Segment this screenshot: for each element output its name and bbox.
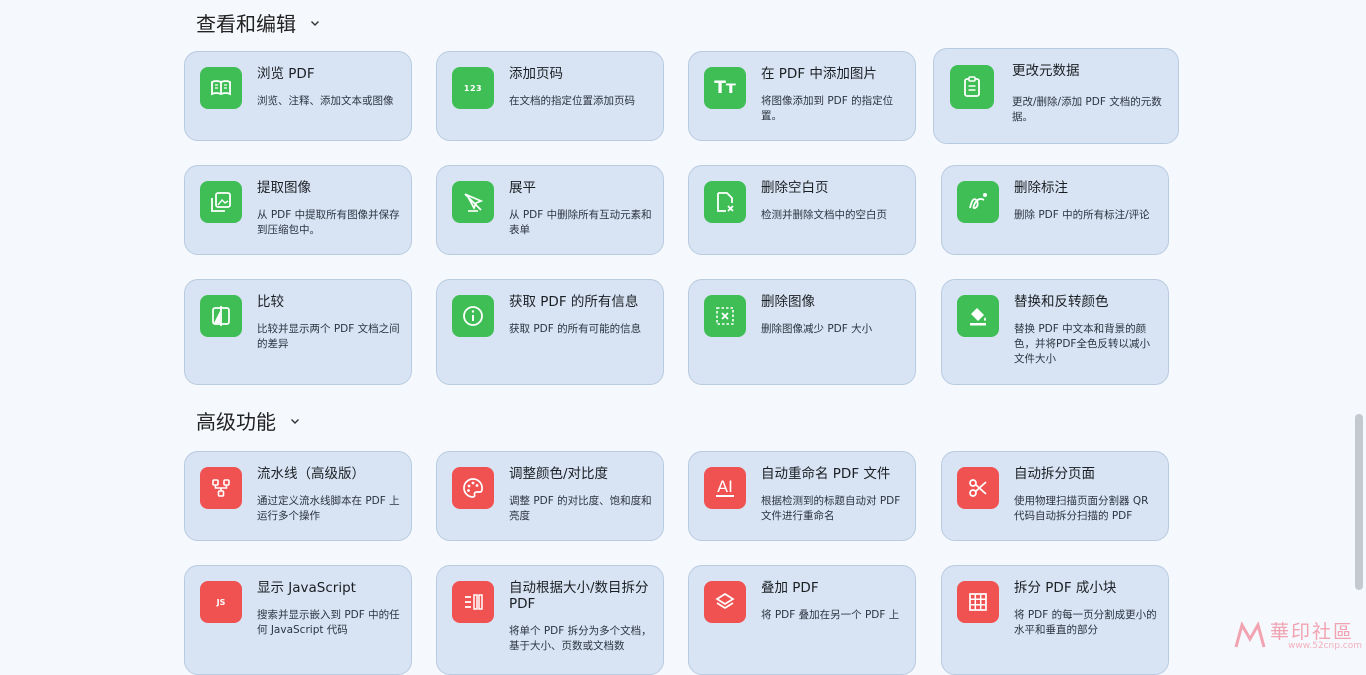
card-description: 检测并删除文档中的空白页 xyxy=(761,209,887,221)
javascript-icon: JS xyxy=(200,581,242,623)
tool-card-auto-split-pages[interactable]: 自动拆分页面 使用物理扫描页面分割器 QR 代码自动拆分扫描的 PDF xyxy=(941,451,1169,541)
section-header-advanced[interactable]: 高级功能 xyxy=(196,406,300,435)
card-description: 从 PDF 中删除所有互动元素和表单 xyxy=(509,209,652,236)
card-description: 更改/删除/添加 PDF 文档的元数据。 xyxy=(1012,96,1162,123)
image-remove-icon xyxy=(704,295,746,337)
tool-card-pipeline[interactable]: 流水线（高级版） 通过定义流水线脚本在 PDF 上运行多个操作 xyxy=(184,451,412,541)
card-description: 搜索并显示嵌入到 PDF 中的任何 JavaScript 代码 xyxy=(257,609,400,636)
card-description: 删除图像减少 PDF 大小 xyxy=(761,323,873,335)
tool-card-split-into-chunks[interactable]: 拆分 PDF 成小块 将 PDF 的每一页分割成更小的水平和垂直的部分 xyxy=(941,565,1169,675)
watermark-url: www.52cnp.com xyxy=(1288,641,1363,651)
ai-rename-icon: AI xyxy=(704,467,746,509)
card-title: 比较 xyxy=(257,294,284,310)
chevron-down-icon xyxy=(291,418,299,424)
card-title: 添加页码 xyxy=(509,66,563,82)
tool-card-remove-blank-pages[interactable]: 删除空白页 检测并删除文档中的空白页 xyxy=(688,165,916,255)
card-description: 将 PDF 叠加在另一个 PDF 上 xyxy=(761,609,900,621)
blank-page-remove-icon xyxy=(704,181,746,223)
card-title: 在 PDF 中添加图片 xyxy=(761,66,877,82)
card-title: 流水线（高级版） xyxy=(257,466,365,482)
image-stack-icon xyxy=(200,181,242,223)
tool-card-adjust-colors[interactable]: 调整颜色/对比度 调整 PDF 的对比度、饱和度和亮度 xyxy=(436,451,664,541)
tool-card-flatten[interactable]: 展平 从 PDF 中删除所有互动元素和表单 xyxy=(436,165,664,255)
card-title: 获取 PDF 的所有信息 xyxy=(509,294,639,310)
card-title: 提取图像 xyxy=(257,180,311,196)
text-image-icon: Tт xyxy=(704,67,746,109)
tool-card-remove-annotations[interactable]: 删除标注 删除 PDF 中的所有标注/评论 xyxy=(941,165,1169,255)
card-description: 将单个 PDF 拆分为多个文档，基于大小、页数或文档数 xyxy=(509,625,652,652)
card-description: 通过定义流水线脚本在 PDF 上运行多个操作 xyxy=(257,495,400,522)
page-number-icon: 123 xyxy=(452,67,494,109)
tool-card-change-metadata[interactable]: 更改元数据 更改/删除/添加 PDF 文档的元数据。 xyxy=(933,48,1179,144)
split-size-icon xyxy=(452,581,494,623)
card-description: 根据检测到的标题自动对 PDF 文件进行重命名 xyxy=(761,495,901,522)
info-icon xyxy=(452,295,494,337)
scissors-icon xyxy=(957,467,999,509)
card-title: 自动根据大小/数目拆分 PDF xyxy=(509,580,649,612)
clipboard-icon xyxy=(950,65,994,109)
card-description: 将图像添加到 PDF 的指定位置。 xyxy=(761,95,894,122)
card-title: 自动重命名 PDF 文件 xyxy=(761,466,891,482)
card-title: 拆分 PDF 成小块 xyxy=(1014,580,1117,596)
card-title: 删除标注 xyxy=(1014,180,1068,196)
card-description: 使用物理扫描页面分割器 QR 代码自动拆分扫描的 PDF xyxy=(1014,495,1149,522)
paint-bucket-icon xyxy=(957,295,999,337)
book-open-icon xyxy=(200,67,242,109)
section-header-view-edit[interactable]: 查看和编辑 xyxy=(196,8,320,37)
palette-icon xyxy=(452,467,494,509)
card-title: 替换和反转颜色 xyxy=(1014,294,1109,310)
tool-card-split-by-size[interactable]: 自动根据大小/数目拆分 PDF 将单个 PDF 拆分为多个文档，基于大小、页数或… xyxy=(436,565,664,675)
layers-icon xyxy=(704,581,746,623)
flatten-icon xyxy=(452,181,494,223)
card-title: 叠加 PDF xyxy=(761,580,819,596)
compare-icon xyxy=(200,295,242,337)
tool-card-add-page-numbers[interactable]: 123 添加页码 在文档的指定位置添加页码 xyxy=(436,51,664,141)
tool-card-remove-images[interactable]: 删除图像 删除图像减少 PDF 大小 xyxy=(688,279,916,385)
watermark-m-icon xyxy=(1234,621,1266,648)
card-description: 将 PDF 的每一页分割成更小的水平和垂直的部分 xyxy=(1014,609,1157,636)
tool-card-show-javascript[interactable]: JS 显示 JavaScript 搜索并显示嵌入到 PDF 中的任何 JavaS… xyxy=(184,565,412,675)
watermark-logo: 華印社區 www.52cnp.com xyxy=(1230,615,1363,653)
card-title: 浏览 PDF xyxy=(257,66,315,82)
card-description: 比较并显示两个 PDF 文档之间的差异 xyxy=(257,323,400,350)
grid-icon xyxy=(957,581,999,623)
tool-card-compare[interactable]: 比较 比较并显示两个 PDF 文档之间的差异 xyxy=(184,279,412,385)
card-title: 展平 xyxy=(509,180,536,196)
chevron-down-icon xyxy=(311,20,319,26)
pipeline-icon xyxy=(200,467,242,509)
tool-card-auto-rename[interactable]: AI 自动重命名 PDF 文件 根据检测到的标题自动对 PDF 文件进行重命名 xyxy=(688,451,916,541)
card-title: 调整颜色/对比度 xyxy=(509,466,609,482)
section-title: 查看和编辑 xyxy=(196,12,296,36)
card-description: 从 PDF 中提取所有图像并保存到压缩包中。 xyxy=(257,209,400,236)
tool-card-add-image[interactable]: Tт 在 PDF 中添加图片 将图像添加到 PDF 的指定位置。 xyxy=(688,51,916,141)
tool-card-get-info[interactable]: 获取 PDF 的所有信息 获取 PDF 的所有可能的信息 xyxy=(436,279,664,385)
card-title: 删除图像 xyxy=(761,294,815,310)
card-title: 显示 JavaScript xyxy=(257,580,356,596)
watermark-text: 華印社區 xyxy=(1270,621,1355,643)
card-title: 更改元数据 xyxy=(1012,63,1080,79)
card-description: 在文档的指定位置添加页码 xyxy=(509,95,635,107)
tool-card-overlay-pdf[interactable]: 叠加 PDF 将 PDF 叠加在另一个 PDF 上 xyxy=(688,565,916,675)
annotation-remove-icon xyxy=(957,181,999,223)
card-description: 浏览、注释、添加文本或图像 xyxy=(257,95,394,107)
tool-card-view-pdf[interactable]: 浏览 PDF 浏览、注释、添加文本或图像 xyxy=(184,51,412,141)
card-description: 获取 PDF 的所有可能的信息 xyxy=(509,323,642,335)
card-description: 调整 PDF 的对比度、饱和度和亮度 xyxy=(509,495,652,522)
card-title: 自动拆分页面 xyxy=(1014,466,1095,482)
section-title: 高级功能 xyxy=(196,410,276,434)
card-description: 替换 PDF 中文本和背景的颜色，并将PDF全色反转以减小文件大小 xyxy=(1014,323,1150,365)
tool-card-extract-images[interactable]: 提取图像 从 PDF 中提取所有图像并保存到压缩包中。 xyxy=(184,165,412,255)
scrollbar-thumb[interactable] xyxy=(1355,414,1363,590)
tool-card-replace-invert-colors[interactable]: 替换和反转颜色 替换 PDF 中文本和背景的颜色，并将PDF全色反转以减小文件大… xyxy=(941,279,1169,385)
card-description: 删除 PDF 中的所有标注/评论 xyxy=(1014,209,1150,221)
card-title: 删除空白页 xyxy=(761,180,829,196)
